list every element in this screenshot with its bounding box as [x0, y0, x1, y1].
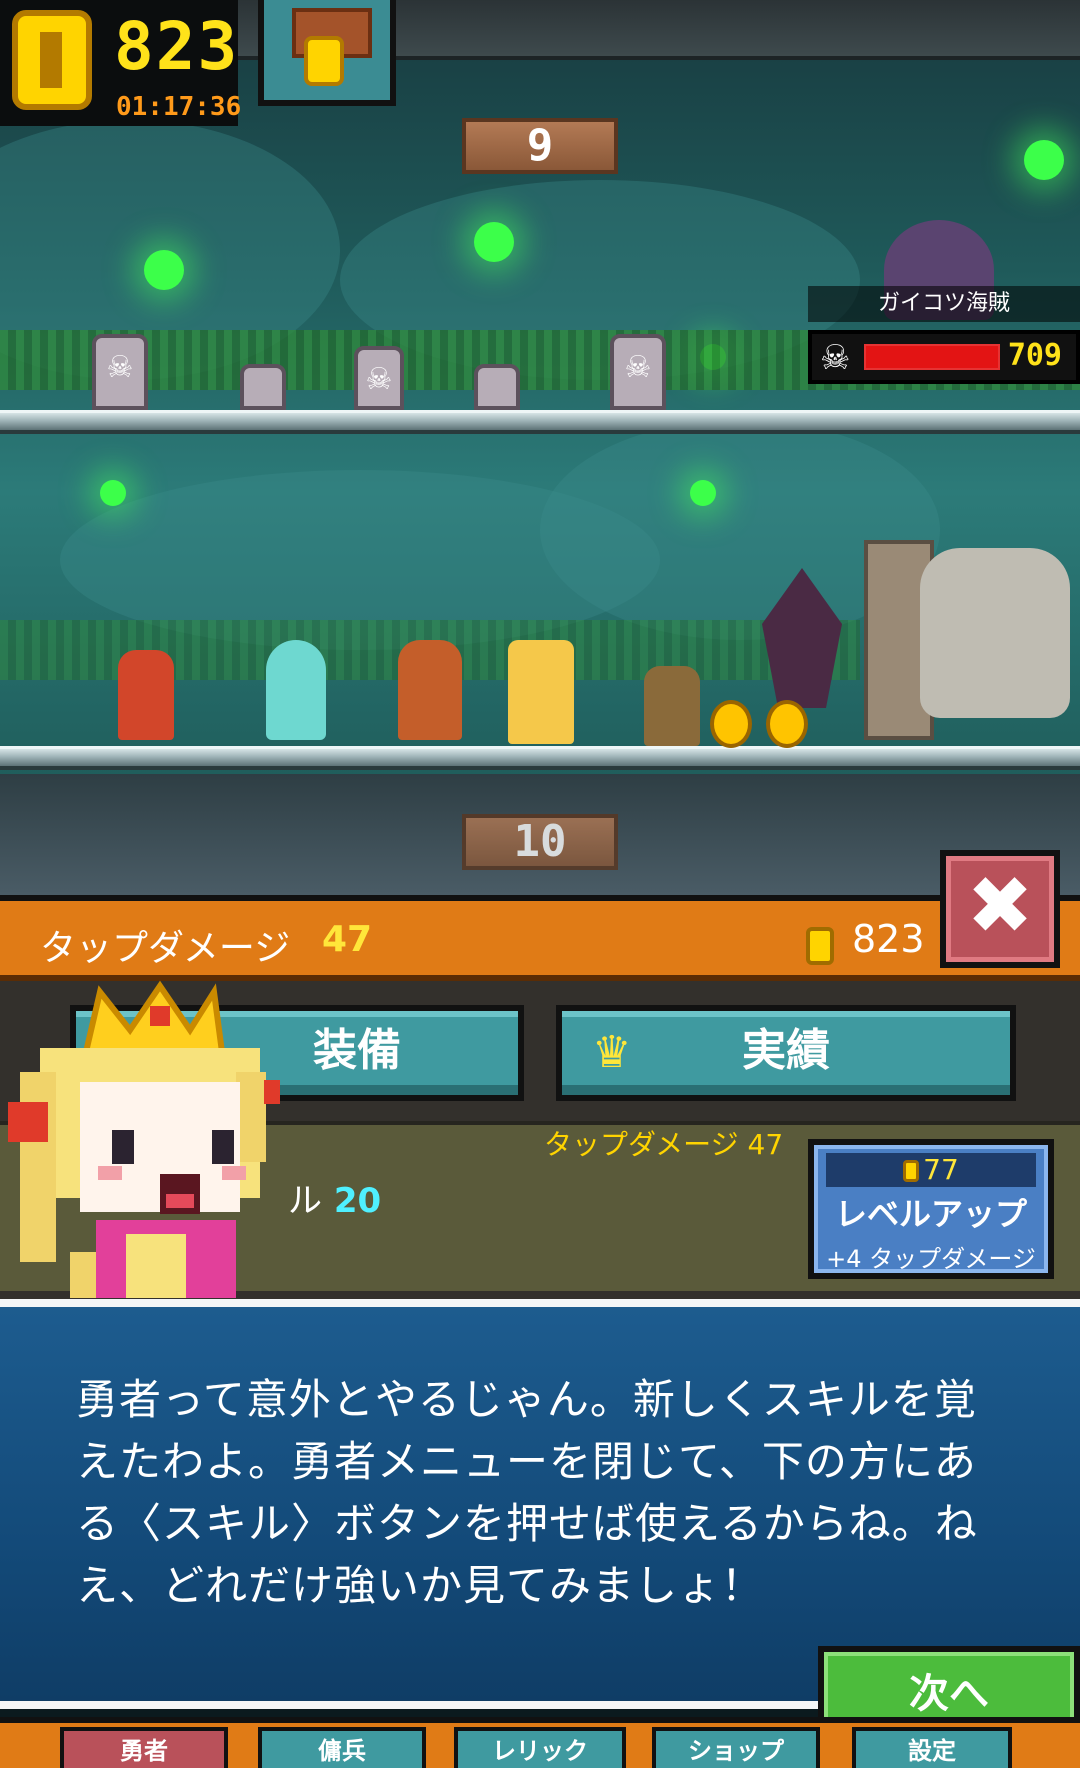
skull-icon: ☠	[820, 338, 851, 378]
spirit-light	[1024, 140, 1064, 180]
hero-row-tap-damage: タップダメージ 47	[544, 1128, 784, 1161]
skull-icon: ☠	[106, 350, 134, 385]
dialog-text: 勇者って意外とやるじゃん。新しくスキルを覚えたわよ。勇者メニューを閉じて、下の方…	[76, 1375, 978, 1610]
level-up-button[interactable]: 77 レベルアップ +4 タップダメージ	[808, 1139, 1054, 1279]
crown-icon: ♛	[592, 1027, 632, 1078]
level-up-cost: 77	[826, 1153, 1036, 1187]
nav-tab-hero[interactable]: 勇者	[60, 1727, 228, 1768]
floor-ledge	[0, 410, 1080, 434]
coin-icon	[304, 36, 344, 86]
tap-damage-value: 47	[322, 919, 373, 960]
tombstone	[240, 364, 286, 410]
nav-tab-mercenary[interactable]: 傭兵	[258, 1727, 426, 1768]
level-up-label: レベルアップ	[834, 1195, 1027, 1233]
floor-sign-current: 9	[462, 118, 618, 174]
treasure-chest-button[interactable]	[258, 0, 396, 106]
tombstone: ☠	[610, 334, 666, 410]
tombstone: ☠	[354, 346, 404, 410]
spirit-light	[474, 222, 514, 262]
hero-bee	[118, 650, 174, 740]
spirit-light	[690, 480, 716, 506]
nav-tab-shop[interactable]: ショップ	[652, 1727, 820, 1768]
princess-portrait	[8, 980, 280, 1298]
tab-achievements[interactable]: ♛ 実績	[556, 1005, 1016, 1101]
bottom-nav: 勇者 傭兵 レリック ショップ 設定	[0, 1717, 1080, 1768]
skull-icon: ☠	[365, 362, 393, 397]
hero-row-level-label: ル	[288, 1181, 322, 1221]
tombstone	[474, 364, 520, 410]
level-up-cost-value: 77	[923, 1153, 959, 1186]
close-icon: ✖	[966, 859, 1034, 952]
hero-king	[508, 640, 574, 744]
hero-chief	[398, 640, 462, 740]
game-scene[interactable]: ☠ ☠ ☠ 9 10 ガイコツ海賊 ☠ 709 823 01:17:36	[0, 0, 1080, 895]
gold-display: 823 01:17:36	[0, 0, 242, 126]
spirit-light	[144, 250, 184, 290]
enemy-hp-value: 709	[1007, 338, 1062, 373]
level-up-bonus: +4 タップダメージ	[826, 1245, 1036, 1273]
close-menu-button[interactable]: ✖	[940, 850, 1060, 968]
coin-icon	[903, 1160, 920, 1182]
session-timer: 01:17:36	[116, 92, 242, 122]
gold-count: 823	[114, 8, 240, 85]
gold-coin-icon	[12, 10, 92, 110]
gold-coin-drop[interactable]	[766, 700, 808, 748]
hero-row-level: ル 20	[288, 1173, 381, 1222]
floor-sign-next: 10	[462, 814, 618, 870]
tab-equipment-label: 装備	[313, 1025, 401, 1076]
hero-mage	[266, 640, 326, 740]
floor-ledge	[0, 746, 1080, 770]
boss-beast[interactable]	[920, 548, 1070, 718]
enemy-name: ガイコツ海賊	[808, 286, 1080, 322]
hero-skeleton	[644, 666, 700, 746]
strip-gold-count: 823	[852, 917, 925, 961]
hero-row-level-value: 20	[333, 1181, 382, 1221]
skull-icon: ☠	[624, 350, 652, 385]
tab-achievements-label: 実績	[742, 1025, 830, 1076]
nav-tab-relic[interactable]: レリック	[454, 1727, 626, 1768]
tombstone: ☠	[92, 334, 148, 410]
nav-tab-settings[interactable]: 設定	[852, 1727, 1012, 1768]
gold-coin-drop[interactable]	[710, 700, 752, 748]
coin-icon	[806, 927, 834, 965]
spirit-light	[100, 480, 126, 506]
enemy-hp-bar	[864, 344, 1000, 370]
enemy-hp-panel: ☠ 709	[808, 330, 1080, 384]
